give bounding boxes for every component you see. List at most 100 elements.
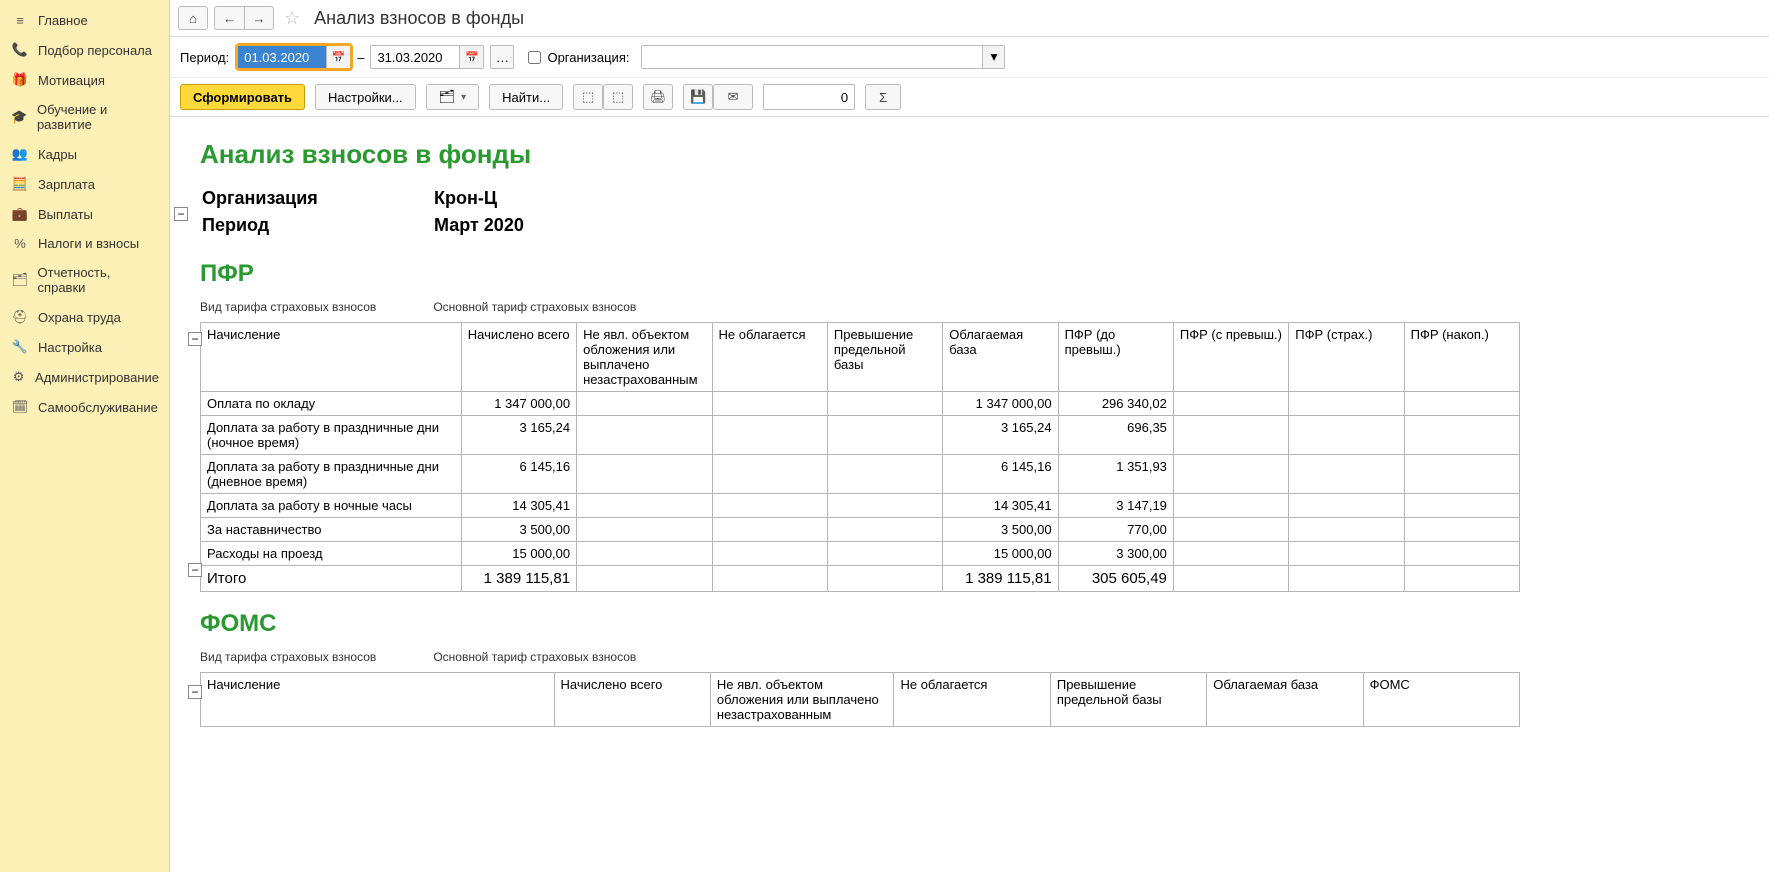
cell-total: 3 165,24 bbox=[461, 416, 576, 455]
date-to-calendar-button[interactable]: 📅 bbox=[459, 46, 483, 68]
find-button[interactable]: Найти... bbox=[489, 84, 563, 110]
percent-icon: % bbox=[10, 236, 30, 251]
numeric-input[interactable] bbox=[763, 84, 855, 110]
favorite-star-icon[interactable]: ☆ bbox=[284, 8, 300, 29]
collapse-icon: ⬚ bbox=[612, 89, 624, 105]
home-button[interactable]: ⌂ bbox=[178, 6, 208, 30]
cell bbox=[712, 566, 827, 592]
generate-button[interactable]: Сформировать bbox=[180, 84, 305, 110]
col-header: Превышение предельной базы bbox=[1050, 673, 1206, 727]
cell bbox=[827, 542, 942, 566]
meta-org-label: Организация bbox=[202, 186, 432, 211]
outline-collapse-button[interactable]: − bbox=[188, 332, 202, 346]
sidebar-item-payments[interactable]: 💼Выплаты bbox=[0, 199, 169, 229]
sidebar-item-settings[interactable]: 🔧Настройка bbox=[0, 332, 169, 362]
cell-pfr: 770,00 bbox=[1058, 518, 1173, 542]
outline-collapse-button[interactable]: − bbox=[188, 563, 202, 577]
filterbar: Период: 📅 – 📅 … Организация: ▾ bbox=[170, 37, 1769, 78]
date-from-calendar-button[interactable]: 📅 bbox=[326, 46, 350, 68]
sidebar-item-salary[interactable]: 🧮Зарплата bbox=[0, 169, 169, 199]
sidebar-item-training[interactable]: 🎓Обучение и развитие bbox=[0, 95, 169, 139]
email-button[interactable]: ✉ bbox=[713, 84, 753, 110]
helmet-icon: ⛑ bbox=[10, 309, 30, 325]
page-title: Анализ взносов в фонды bbox=[314, 8, 524, 29]
sidebar-item-self[interactable]: 🗓Самообслуживание bbox=[0, 392, 169, 422]
education-icon: 🎓 bbox=[10, 109, 29, 125]
sidebar-item-recruit[interactable]: 📞Подбор персонала bbox=[0, 35, 169, 65]
cell bbox=[827, 566, 942, 592]
sidebar-item-hr[interactable]: 👥Кадры bbox=[0, 139, 169, 169]
files-icon: 🗂 bbox=[10, 272, 30, 288]
cell-name: Доплата за работу в праздничные дни (ноч… bbox=[201, 416, 462, 455]
table-row[interactable]: Доплата за работу в праздничные дни (дне… bbox=[201, 455, 1520, 494]
cell bbox=[1173, 416, 1288, 455]
cell bbox=[577, 392, 712, 416]
table-row[interactable]: Расходы на проезд15 000,0015 000,003 300… bbox=[201, 542, 1520, 566]
cell-base: 1 347 000,00 bbox=[943, 392, 1058, 416]
date-from-input[interactable] bbox=[238, 46, 326, 68]
cell bbox=[577, 455, 712, 494]
cell-total: 1 389 115,81 bbox=[461, 566, 576, 592]
sidebar-item-label: Мотивация bbox=[38, 73, 105, 88]
sidebar-item-label: Зарплата bbox=[38, 177, 95, 192]
sidebar-item-main[interactable]: ≡Главное bbox=[0, 6, 169, 35]
table-row[interactable]: Доплата за работу в ночные часы14 305,41… bbox=[201, 494, 1520, 518]
cell-base: 15 000,00 bbox=[943, 542, 1058, 566]
col-header: ПФР (с превыш.) bbox=[1173, 323, 1288, 392]
sidebar-item-safety[interactable]: ⛑Охрана труда bbox=[0, 302, 169, 332]
cell bbox=[577, 542, 712, 566]
date-from-wrap: 📅 bbox=[237, 45, 351, 69]
cell bbox=[712, 416, 827, 455]
cell-total: 1 347 000,00 bbox=[461, 392, 576, 416]
cell bbox=[1173, 566, 1288, 592]
report-area[interactable]: − − − − Анализ взносов в фонды Организац… bbox=[170, 117, 1769, 872]
col-header: Начислено всего bbox=[554, 673, 710, 727]
cell-base: 3 165,24 bbox=[943, 416, 1058, 455]
sidebar-item-label: Настройка bbox=[38, 340, 102, 355]
foms-table: Начисление Начислено всего Не явл. объек… bbox=[200, 672, 1520, 727]
col-header: Не облагается bbox=[894, 673, 1050, 727]
table-row[interactable]: За наставничество3 500,003 500,00770,00 bbox=[201, 518, 1520, 542]
home-icon: ⌂ bbox=[189, 11, 197, 26]
table-total-row[interactable]: Итого1 389 115,811 389 115,81305 605,49 bbox=[201, 566, 1520, 592]
sidebar-item-taxes[interactable]: %Налоги и взносы bbox=[0, 229, 169, 258]
forward-button[interactable]: → bbox=[244, 6, 274, 30]
period-picker-button[interactable]: … bbox=[490, 45, 514, 69]
variants-button[interactable]: 🗂 bbox=[426, 84, 480, 110]
outline-collapse-button[interactable]: − bbox=[188, 685, 202, 699]
collapse-groups-button[interactable]: ⬚ bbox=[603, 84, 633, 110]
cell bbox=[1289, 542, 1404, 566]
cell bbox=[577, 416, 712, 455]
outline-collapse-button[interactable]: − bbox=[174, 207, 188, 221]
arrow-left-icon: ← bbox=[223, 11, 236, 26]
sidebar-item-reports[interactable]: 🗂Отчетность, справки bbox=[0, 258, 169, 302]
org-label: Организация: bbox=[547, 50, 629, 65]
table-row[interactable]: Доплата за работу в праздничные дни (ноч… bbox=[201, 416, 1520, 455]
sum-button[interactable]: Σ bbox=[865, 84, 901, 110]
date-to-input[interactable] bbox=[371, 46, 459, 68]
save-button[interactable]: 💾 bbox=[683, 84, 713, 110]
cell-name: Оплата по окладу bbox=[201, 392, 462, 416]
sidebar-item-label: Администрирование bbox=[35, 370, 159, 385]
table-row[interactable]: Оплата по окладу1 347 000,001 347 000,00… bbox=[201, 392, 1520, 416]
tariff-info: Вид тарифа страховых взносов Основной та… bbox=[200, 300, 1739, 314]
cell bbox=[1404, 566, 1519, 592]
sidebar: ≡Главное 📞Подбор персонала 🎁Мотивация 🎓О… bbox=[0, 0, 170, 872]
sidebar-item-motivation[interactable]: 🎁Мотивация bbox=[0, 65, 169, 95]
cell bbox=[1289, 416, 1404, 455]
gear-icon: ⚙ bbox=[10, 369, 27, 385]
back-button[interactable]: ← bbox=[214, 6, 244, 30]
expand-groups-button[interactable]: ⬚ bbox=[573, 84, 603, 110]
org-select-dropdown-button[interactable]: ▾ bbox=[982, 46, 1004, 68]
print-button[interactable]: 🖨 bbox=[643, 84, 673, 110]
settings-button[interactable]: Настройки... bbox=[315, 84, 416, 110]
cell-pfr: 3 147,19 bbox=[1058, 494, 1173, 518]
col-header: ФОМС bbox=[1363, 673, 1519, 727]
sidebar-item-admin[interactable]: ⚙ Администрирование bbox=[0, 362, 169, 392]
org-select-input[interactable] bbox=[642, 46, 982, 68]
cell bbox=[1173, 518, 1288, 542]
period-label: Период: bbox=[180, 50, 229, 65]
org-checkbox[interactable] bbox=[528, 51, 541, 64]
calendar-icon: 📅 bbox=[332, 52, 346, 64]
sigma-icon: Σ bbox=[879, 90, 887, 105]
